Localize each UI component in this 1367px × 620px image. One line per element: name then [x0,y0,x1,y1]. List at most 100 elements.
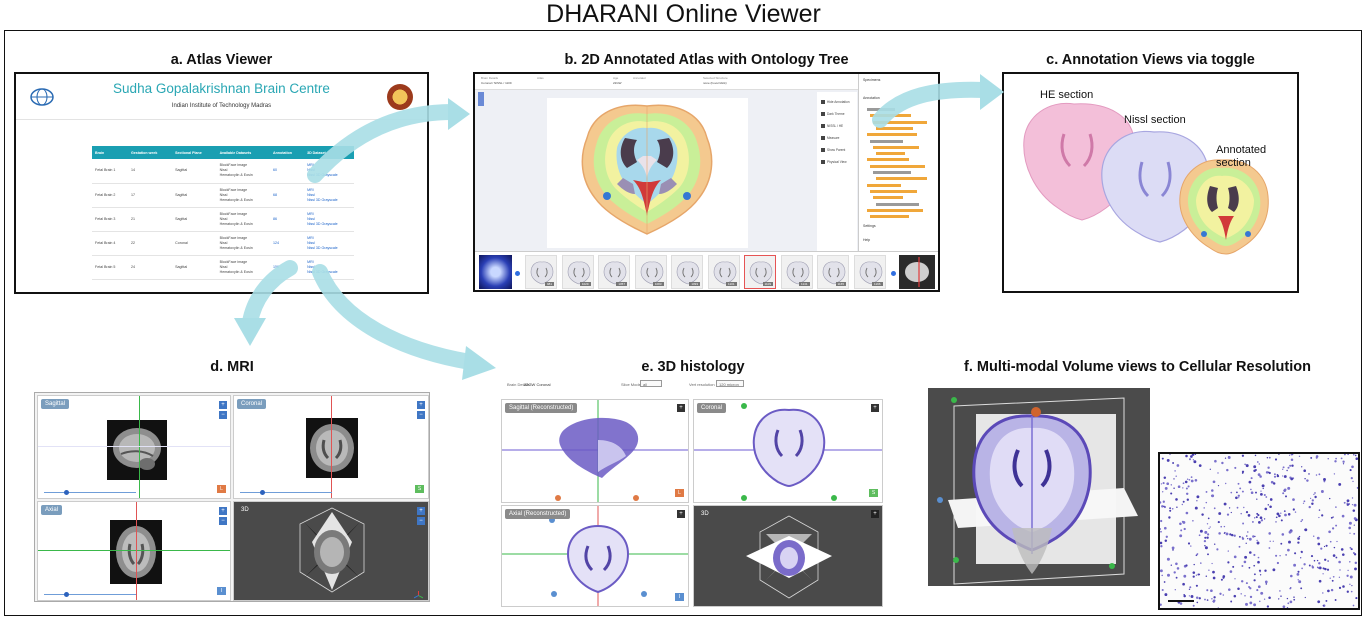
table-row[interactable]: Fetal Brain 2 17 Sagittal BlockFace image Ni… [92,183,354,208]
table-cell-d3[interactable]: MRI Nissl Nissl 3D Grayscale [304,231,354,256]
mri-axial-pane[interactable]: Axial + − I [37,501,231,601]
blockface-thumbnail[interactable] [479,255,512,289]
tree-node[interactable] [870,215,909,219]
cell-line[interactable]: Nissl 3D Grayscale [307,246,351,251]
section-thumbnail[interactable]: 1101 [707,255,740,289]
tree-node[interactable] [867,208,923,212]
tree-node[interactable] [876,126,913,130]
table-row[interactable]: Fetal Brain 1 14 Sagittal BlockFace image Ni… [92,159,354,184]
zoom-in-button[interactable]: + [219,507,227,515]
tool-hide-annotation[interactable]: Hide Annotation [821,100,850,105]
tree-node[interactable] [873,145,919,149]
tree-node[interactable] [876,177,927,181]
sagittal-locator-thumbnail[interactable] [899,255,935,289]
tree-help-header[interactable]: Help [863,238,870,242]
table-cell-d3[interactable]: MRI Nissl Nissl 3D Grayscale [304,159,354,184]
cellular-resolution-view[interactable] [1158,452,1360,610]
next-arrow-icon[interactable] [891,271,896,276]
tree-node[interactable] [870,114,911,118]
section-thumbnail[interactable]: 1141 [780,255,813,289]
section-thumbnail[interactable]: 1109 [744,255,776,289]
tree-node[interactable] [876,202,919,206]
section-thumbnail[interactable]: 1057 [598,255,630,289]
histology-coronal-pane[interactable]: Coronal + S [693,399,883,503]
tool-physical-view[interactable]: Physical View [821,160,847,165]
orientation-badge[interactable]: L [675,489,684,497]
zoom-in-button[interactable]: + [677,510,685,518]
zoom-in-button[interactable]: + [219,401,227,409]
zoom-out-button[interactable]: − [417,517,425,525]
mri-coronal-pane[interactable]: Coronal + − S [233,395,429,499]
tree-node[interactable] [867,108,895,111]
tree-node[interactable] [873,120,927,124]
cell-line[interactable]: Nissl 3D Grayscale [307,222,351,227]
orientation-badge[interactable]: I [217,587,226,595]
orientation-badge[interactable]: S [415,485,424,493]
slice-slider[interactable] [240,492,332,493]
table-cell-annotation[interactable]: 60 [270,159,305,184]
zoom-out-button[interactable]: − [219,411,227,419]
prev-arrow-icon[interactable] [515,271,520,276]
tree-node[interactable] [867,133,917,137]
orientation-badge[interactable]: S [869,489,878,497]
table-cell-annotation[interactable]: 124 [270,231,305,256]
table-cell-annotation[interactable]: 150 [270,255,305,280]
histology-3d-pane[interactable]: 3D + [693,505,883,607]
tree-node[interactable] [867,158,909,162]
table-row[interactable]: Fetal Brain 5 24 Sagittal BlockFace image Ni… [92,255,354,280]
section-thumbnail[interactable]: 1083 [634,255,667,289]
tool-dark-theme[interactable]: Dark Theme [821,112,844,117]
multimodal-volume-view[interactable] [928,388,1150,586]
slider-handle[interactable] [260,490,265,495]
slider-handle[interactable] [64,592,69,597]
tree-node[interactable] [867,183,901,187]
zoom-out-button[interactable]: − [417,411,425,419]
cell-line[interactable]: Nissl 3D Grayscale [307,173,351,178]
table-row[interactable]: Fetal Brain 4 22 Coronal BlockFace image Nis… [92,231,354,256]
mri-sagittal-pane[interactable]: Sagittal + − L [37,395,231,499]
histology-sagittal-pane[interactable]: Sagittal (Reconstructed) + L [501,399,689,503]
section-thumbnail[interactable]: 1029 [561,255,594,289]
tree-settings-header[interactable]: Settings [863,224,876,228]
section-thumbnail[interactable]: 981 [525,255,557,289]
tree-node[interactable] [870,139,903,143]
tool-nissl-he[interactable]: NISSL / HE [821,124,843,129]
tree-node[interactable] [876,152,905,156]
tree-node[interactable] [870,189,917,193]
zoom-in-button[interactable]: + [677,404,685,412]
tool-show-parent[interactable]: Show Parent [821,148,845,153]
table-cell-annotation[interactable]: 68 [270,183,305,208]
section-thumbnail[interactable]: 1093 [671,255,703,289]
table-cell-d3[interactable]: MRI Nissl Nissl 3D Grayscale [304,207,354,232]
slice-mode-select[interactable]: all [640,380,662,387]
resolution-select[interactable]: 120 micron [716,380,744,387]
zoom-out-button[interactable]: − [219,517,227,525]
slice-slider[interactable] [44,594,136,595]
tree-annotation-header[interactable]: Annotation [863,96,880,100]
cell-line[interactable]: Nissl 3D Grayscale [307,198,351,203]
histology-axial-pane[interactable]: Axial (Reconstructed) + I [501,505,689,607]
zoom-in-button[interactable]: + [871,510,879,518]
orientation-badge[interactable]: L [217,485,226,493]
table-row[interactable]: Fetal Brain 3 21 Sagittal BlockFace image Ni… [92,207,354,232]
slice-slider[interactable] [44,492,136,493]
tree-node[interactable] [870,164,925,168]
zoom-in-button[interactable]: + [871,404,879,412]
tool-measure[interactable]: Measure [821,136,839,141]
slider-handle[interactable] [64,490,69,495]
zoom-in-button[interactable]: + [417,507,425,515]
atlas-canvas[interactable] [547,98,748,248]
table-cell-d3[interactable]: MRI Nissl Nissl 3D Grayscale [304,255,354,280]
tree-node[interactable] [873,196,903,200]
section-thumbnail[interactable]: 1165 [817,255,849,289]
cell-line[interactable]: Nissl 3D Grayscale [307,270,351,275]
zoom-in-button[interactable]: + [417,401,425,409]
zoom-control[interactable] [478,92,484,106]
table-cell-annotation[interactable]: 86 [270,207,305,232]
mri-3d-pane[interactable]: 3D + − [233,501,429,601]
orientation-badge[interactable]: I [675,593,684,601]
section-thumbnail[interactable]: 1196 [853,255,886,289]
tree-node[interactable] [873,171,911,174]
table-cell-d3[interactable]: MRI Nissl Nissl 3D Grayscale [304,183,354,208]
tree-specimens-header[interactable]: Specimens [863,78,880,82]
